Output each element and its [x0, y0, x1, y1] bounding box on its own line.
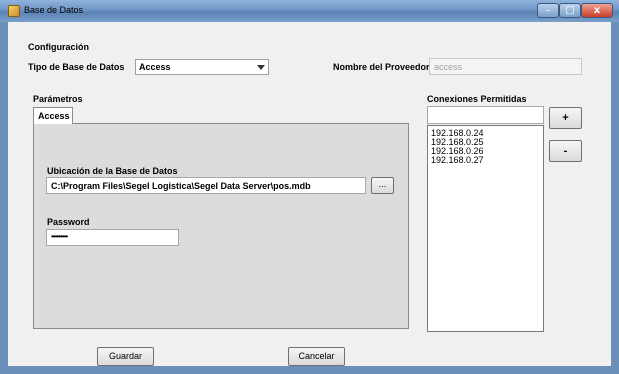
connections-list[interactable]: 192.168.0.24 192.168.0.25 192.168.0.26 1…: [427, 125, 544, 332]
window-frame-bottom: [8, 366, 611, 374]
maximize-button[interactable]: □: [559, 3, 581, 18]
remove-connection-button[interactable]: -: [549, 140, 582, 162]
browse-button[interactable]: ...: [371, 177, 394, 194]
window-title: Base de Datos: [24, 5, 84, 15]
save-button[interactable]: Guardar: [97, 347, 154, 366]
provider-value: access: [434, 62, 463, 72]
close-button[interactable]: x: [581, 3, 613, 18]
tab-access[interactable]: Access: [33, 107, 73, 124]
title-bar[interactable]: Base de Datos – □ x: [0, 0, 619, 22]
password-label: Password: [47, 217, 90, 227]
db-type-value: Access: [139, 62, 171, 72]
db-location-value: C:\Program Files\Segel Logistica\Segel D…: [51, 181, 311, 191]
params-section-label: Parámetros: [33, 94, 83, 104]
provider-label: Nombre del Proveedor: [333, 62, 430, 72]
provider-field[interactable]: access: [429, 58, 582, 75]
password-value: •••••••••: [51, 232, 68, 241]
add-connection-button[interactable]: +: [549, 107, 582, 129]
chevron-down-icon: [257, 65, 265, 70]
cancel-button[interactable]: Cancelar: [288, 347, 345, 366]
password-field[interactable]: •••••••••: [46, 229, 179, 246]
minimize-button[interactable]: –: [537, 3, 559, 18]
db-type-select[interactable]: Access: [135, 59, 269, 75]
app-icon: [8, 5, 20, 17]
new-ip-field[interactable]: [427, 106, 544, 124]
config-section-label: Configuración: [28, 42, 89, 52]
db-location-field[interactable]: C:\Program Files\Segel Logistica\Segel D…: [46, 177, 366, 194]
db-location-label: Ubicación de la Base de Datos: [47, 166, 178, 176]
app-window: Base de Datos – □ x Configuración Tipo d…: [0, 0, 619, 374]
list-item[interactable]: 192.168.0.27: [431, 155, 484, 165]
tab-access-label: Access: [38, 111, 70, 121]
db-type-label: Tipo de Base de Datos: [28, 62, 125, 72]
connections-section-label: Conexiones Permitidas: [427, 94, 527, 104]
